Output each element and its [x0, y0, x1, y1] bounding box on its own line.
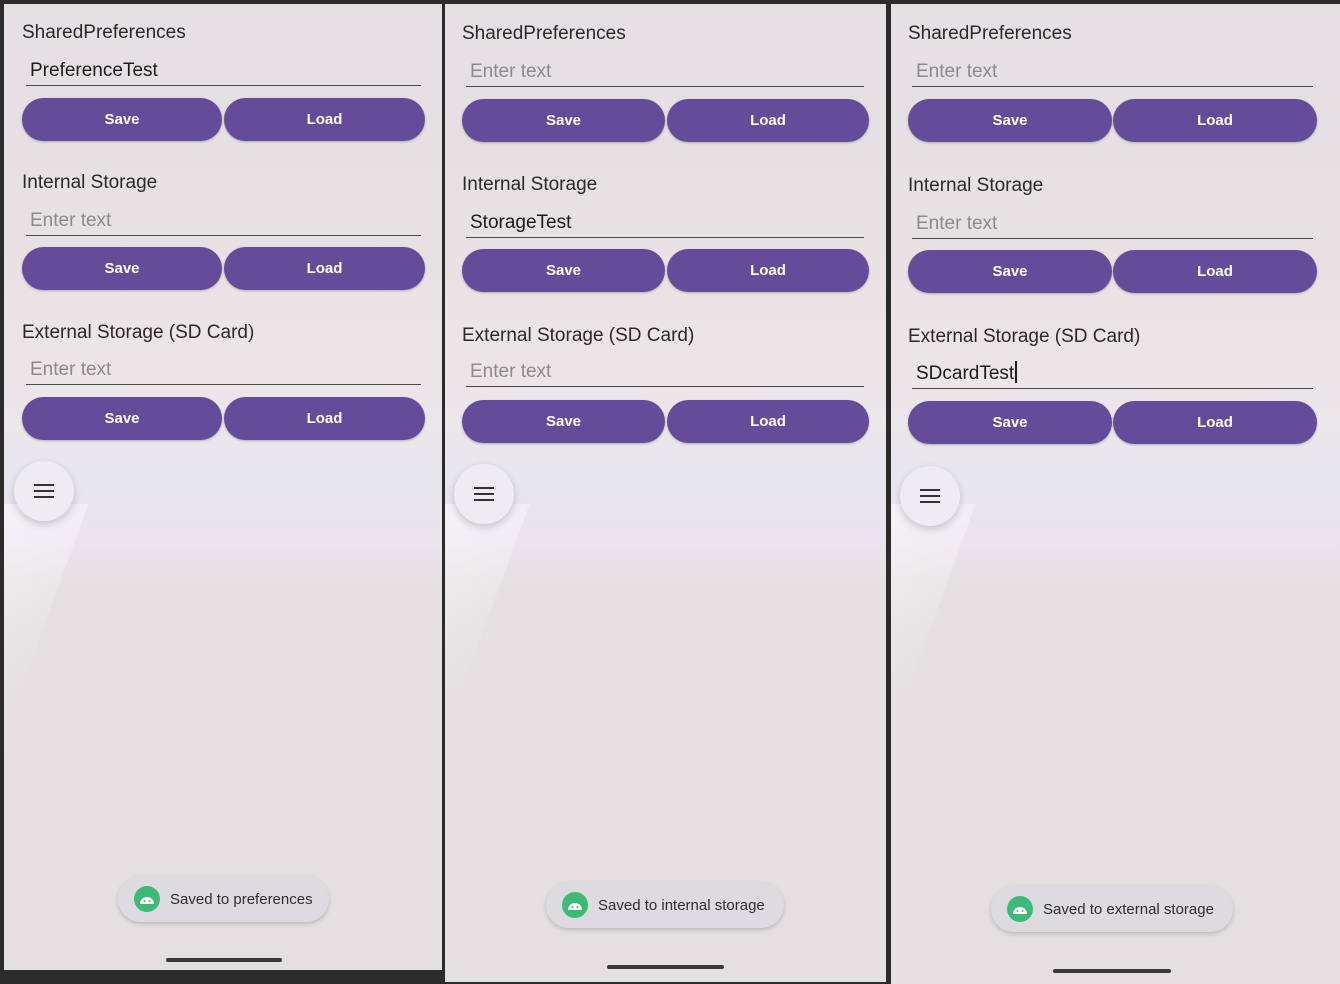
- internal-storage-placeholder: Enter text: [30, 210, 112, 231]
- external-storage-input[interactable]: SDcardTest: [912, 357, 1313, 389]
- shared-preferences-input[interactable]: PreferenceTest: [26, 54, 421, 86]
- shared-save-button[interactable]: Save: [908, 99, 1112, 142]
- internal-storage-input[interactable]: Enter text: [912, 207, 1313, 239]
- shared-preferences-label: SharedPreferences: [22, 22, 186, 43]
- shared-load-button[interactable]: Load: [667, 99, 869, 142]
- external-load-button[interactable]: Load: [667, 400, 869, 443]
- external-storage-label: External Storage (SD Card): [908, 326, 1141, 347]
- android-icon: [134, 886, 160, 912]
- shared-load-button[interactable]: Load: [1113, 99, 1317, 142]
- toast: Saved to external storage: [991, 886, 1233, 932]
- external-load-button[interactable]: Load: [1113, 401, 1317, 444]
- toast: Saved to preferences: [118, 876, 329, 922]
- internal-save-button[interactable]: Save: [908, 250, 1112, 293]
- external-save-button[interactable]: Save: [462, 400, 665, 443]
- menu-icon: [474, 487, 494, 501]
- shared-save-button[interactable]: Save: [462, 99, 665, 142]
- menu-icon: [920, 489, 940, 503]
- menu-icon: [34, 484, 54, 498]
- internal-save-button[interactable]: Save: [462, 249, 665, 292]
- external-storage-value: SDcardTest: [916, 363, 1015, 384]
- internal-storage-label: Internal Storage: [22, 172, 158, 193]
- toast-message: Saved to preferences: [170, 890, 313, 908]
- home-indicator[interactable]: [166, 958, 282, 962]
- internal-load-button[interactable]: Load: [667, 249, 869, 292]
- internal-storage-input[interactable]: StorageTest: [466, 206, 864, 238]
- screen-preferences: SharedPreferences PreferenceTest Save Lo…: [4, 4, 442, 970]
- external-storage-value-wrap: SDcardTest: [916, 361, 1017, 385]
- internal-save-button[interactable]: Save: [22, 247, 222, 290]
- internal-storage-input[interactable]: Enter text: [26, 204, 421, 236]
- screen-internal: SharedPreferences Enter text Save Load I…: [445, 4, 886, 982]
- shared-preferences-placeholder: Enter text: [470, 61, 552, 82]
- screen-external: SharedPreferences Enter text Save Load I…: [891, 4, 1340, 984]
- shared-save-button[interactable]: Save: [22, 98, 222, 141]
- external-storage-input[interactable]: Enter text: [466, 355, 864, 387]
- android-icon: [1007, 896, 1033, 922]
- menu-button[interactable]: [900, 466, 960, 526]
- shared-preferences-label: SharedPreferences: [462, 23, 626, 44]
- menu-button[interactable]: [454, 464, 514, 524]
- internal-storage-value: StorageTest: [470, 212, 572, 233]
- shared-preferences-input[interactable]: Enter text: [912, 55, 1313, 87]
- shared-load-button[interactable]: Load: [224, 98, 425, 141]
- internal-storage-label: Internal Storage: [908, 175, 1044, 196]
- home-indicator[interactable]: [607, 965, 724, 969]
- toast: Saved to internal storage: [546, 882, 784, 928]
- internal-storage-placeholder: Enter text: [916, 213, 998, 234]
- external-load-button[interactable]: Load: [224, 397, 425, 440]
- shared-preferences-label: SharedPreferences: [908, 23, 1072, 44]
- text-cursor: [1015, 361, 1017, 383]
- toast-message: Saved to internal storage: [598, 896, 765, 914]
- internal-storage-label: Internal Storage: [462, 174, 598, 195]
- external-save-button[interactable]: Save: [22, 397, 222, 440]
- internal-load-button[interactable]: Load: [1113, 250, 1317, 293]
- menu-button[interactable]: [14, 461, 74, 521]
- internal-load-button[interactable]: Load: [224, 247, 425, 290]
- shared-preferences-value: PreferenceTest: [30, 60, 158, 81]
- external-storage-label: External Storage (SD Card): [462, 325, 695, 346]
- external-save-button[interactable]: Save: [908, 401, 1112, 444]
- shared-preferences-input[interactable]: Enter text: [466, 55, 864, 87]
- shared-preferences-placeholder: Enter text: [916, 61, 998, 82]
- toast-message: Saved to external storage: [1043, 900, 1214, 918]
- external-storage-label: External Storage (SD Card): [22, 322, 255, 343]
- external-storage-placeholder: Enter text: [470, 361, 552, 382]
- home-indicator[interactable]: [1053, 969, 1171, 973]
- external-storage-placeholder: Enter text: [30, 359, 112, 380]
- android-icon: [562, 892, 588, 918]
- external-storage-input[interactable]: Enter text: [26, 353, 421, 385]
